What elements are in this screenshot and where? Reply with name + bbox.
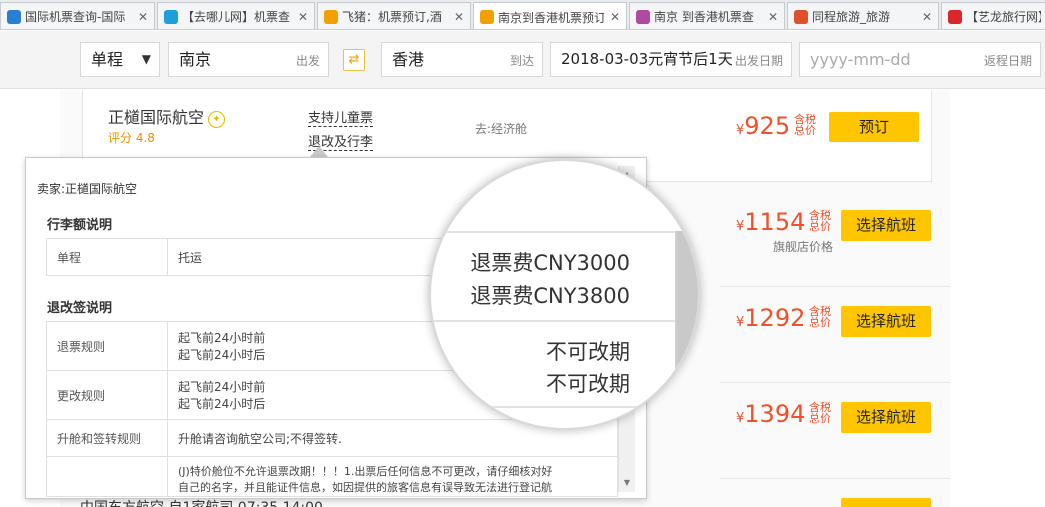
chevron-down-icon: ▼ [141,52,151,66]
close-icon[interactable]: ✕ [136,10,150,24]
offer-price: ¥925 [736,112,790,140]
select-flight-button[interactable]: 选择航班 [841,402,931,433]
return-date-input[interactable]: yyyy-mm-dd 返程日期 [799,42,1041,77]
tax-included-label: 含税总价 [809,401,831,425]
site-favicon-icon [948,9,962,24]
arrival-city-value: 香港 [392,50,425,69]
rule-label: 升舱和签转规则 [46,419,168,457]
tax-included-label: 含税总价 [809,209,831,233]
site-favicon-icon [324,9,338,24]
tab-title: 南京到香港机票预订 [498,10,604,25]
magnifier-lens: 退票费CNY3000 退票费CNY3800 不可改期 不可改期 [429,159,700,430]
site-favicon-icon [164,9,178,24]
child-ticket-policy-link[interactable]: 支持儿童票 [308,107,374,127]
rule-line: 自己的名字，并且能证件信息，如因提供的旅客信息有误导致无法进行登记航 [178,481,552,494]
flagship-store-note: 旗舰店价格 [773,240,834,254]
book-button[interactable]: 预订 [829,112,919,142]
swap-arrows-icon[interactable]: ⇄ [343,49,365,71]
tax-included-label: 含税总价 [809,305,831,329]
browser-tab[interactable]: 【去哪儿网】机票查 ✕ [157,2,315,29]
change-policy-before: 不可改期 [546,340,630,364]
browser-tab[interactable]: 飞猪：机票预订,酒 ✕ [317,2,471,29]
seller-name: 卖家:正檤国际航空 [37,182,138,196]
departure-hint: 出发 [295,54,320,68]
baggage-label: 单程 [46,238,168,276]
select-flight-button[interactable]: 选择航班 [841,306,931,337]
price-value: 1292 [744,304,806,332]
price-value: 1154 [744,208,806,236]
close-icon[interactable]: ✕ [920,10,934,24]
arrival-city-input[interactable]: 香港 到达 [381,42,543,77]
browser-tab[interactable]: 南京 到香港机票查 ✕ [629,2,785,29]
offer-price: ¥1292 [736,304,805,332]
departure-date-input[interactable]: 2018-03-03元宵节后1天 出发日期 [550,42,792,77]
tab-title: 【艺龙旅行网】 [966,10,1041,24]
change-section-title: 退改签说明 [47,301,113,316]
tab-title: 国际机票查询-国际 [25,10,126,24]
browser-tab[interactable]: 同程旅游_旅游 ✕ [787,2,939,29]
select-flight-button-partial[interactable] [841,498,931,507]
row-divider [720,478,950,479]
browser-tab[interactable]: 【艺龙旅行网】 [941,2,1045,29]
airline-name-text: 正檤国际航空 [108,108,205,127]
tab-title: 南京 到香港机票查 [654,10,754,24]
rule-line: (J)特价舱位不允许退票改期！！！1.出票后任何信息不可更改，请仔细核对好 [178,465,553,478]
site-favicon-icon [480,10,494,24]
price-value: 1394 [744,400,806,428]
site-favicon-icon [794,9,808,24]
return-date-placeholder: yyyy-mm-dd [810,50,911,69]
browser-tab-bar: 国际机票查询-国际 ✕ 【去哪儿网】机票查 ✕ 飞猪：机票预订,酒 ✕ 南京到香… [0,0,1045,30]
lens-divider [431,406,675,408]
baggage-section-title: 行李额说明 [47,218,113,233]
offer-price: ¥1394 [736,400,805,428]
return-date-hint: 返程日期 [983,54,1032,68]
flight-search-bar: 单程 ▼ 南京 出发 ⇄ 香港 到达 2018-03-03元宵节后1天 出发日期… [0,31,1045,89]
arrival-hint: 到达 [509,54,534,68]
price-value: 925 [744,112,791,140]
close-icon[interactable]: ✕ [452,10,466,24]
cabin-class: 去:经济舱 [475,122,528,136]
site-favicon-icon [636,9,650,24]
airline-name: 正檤国际航空 ✦ [108,104,226,128]
row-divider [720,382,950,383]
close-icon[interactable]: ✕ [296,10,310,24]
lens-divider [431,320,675,322]
close-icon[interactable]: ✕ [766,10,780,24]
tab-title: 飞猪：机票预订,酒 [342,10,442,24]
offer-price: ¥1154 [736,208,805,236]
refund-fee-after: 退票费CNY3800 [470,284,630,308]
departure-city-input[interactable]: 南京 出发 [168,42,329,77]
refund-fee-before: 退票费CNY3000 [470,251,630,275]
badge-star-icon: ✦ [208,111,226,128]
tab-title: 【去哪儿网】机票查 [182,10,291,24]
rule-detail: (J)特价舱位不允许退票改期！！！1.出票后任何信息不可更改，请仔细核对好 自己的… [167,456,618,497]
row-divider [720,286,950,287]
browser-tab[interactable]: 国际机票查询-国际 ✕ [0,2,155,29]
popup-pointer [310,146,328,157]
change-policy-after: 不可改期 [546,372,630,396]
departure-date-value: 2018-03-03元宵节后1天 [561,50,733,68]
close-icon[interactable]: ✕ [608,10,622,24]
airline-score: 评分 4.8 [108,131,155,145]
rule-label [46,456,168,497]
departure-date-hint: 出发日期 [734,54,783,68]
trip-type-value: 单程 [91,50,124,69]
table-row: (J)特价舱位不允许退票改期！！！1.出票后任何信息不可更改，请仔细核对好 自己的… [46,456,618,497]
site-favicon-icon [7,9,21,24]
departure-city-value: 南京 [179,50,212,69]
select-flight-button[interactable]: 选择航班 [841,210,931,241]
rule-line: 升舱请咨询航空公司;不得签转. [178,431,342,446]
tax-included-label: 含税总价 [794,113,816,137]
lens-divider [431,231,675,233]
rule-label: 退票规则 [46,321,168,371]
tab-title: 同程旅游_旅游 [812,10,891,24]
rule-label: 更改规则 [46,370,168,420]
browser-tab-active[interactable]: 南京到香港机票预订 ✕ [473,2,627,29]
trip-type-select[interactable]: 单程 ▼ [80,42,160,77]
scroll-down-icon[interactable]: ▼ [619,476,635,490]
lens-scrollbar-thumb [677,231,698,428]
